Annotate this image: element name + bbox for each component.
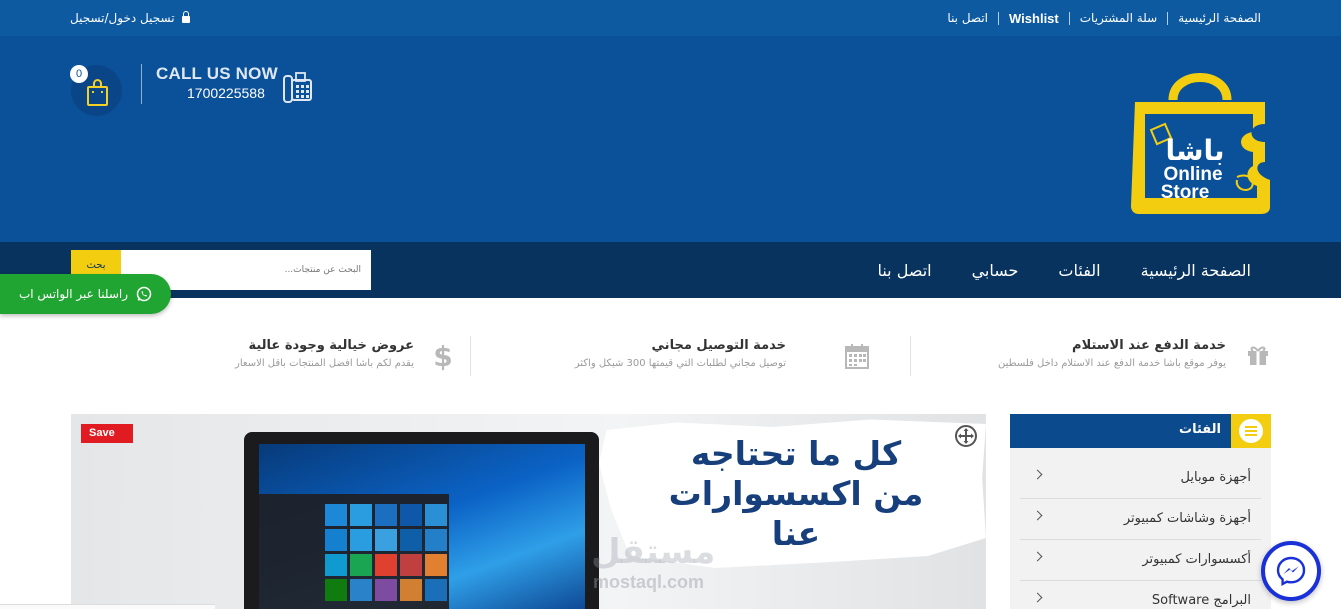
menu-toggle[interactable] — [1231, 414, 1271, 448]
category-label: أجهزة وشاشات كمبيوتر — [1123, 511, 1251, 526]
login-label: تسجيل دخول/تسجيل — [70, 11, 175, 25]
telephone-icon — [283, 72, 312, 103]
feature-desc: يقدم لكم باشا افضل المنتجات باقل الاسعار — [235, 358, 414, 369]
divider — [470, 336, 471, 376]
logo-arabic-text: باشا — [1165, 134, 1224, 167]
partial-element — [0, 604, 215, 609]
messenger-chat-button[interactable] — [1261, 541, 1321, 601]
lock-icon — [181, 11, 190, 23]
feature-title: عروض خيالية وجودة عالية — [248, 338, 414, 353]
chevron-left-icon — [1032, 469, 1043, 480]
slogan-line: من اكسسوارات — [668, 474, 924, 513]
svg-text:$: $ — [434, 340, 452, 372]
save-badge: Save — [81, 424, 133, 443]
logo-store-text: Store — [1161, 182, 1210, 203]
messenger-icon — [1276, 556, 1306, 587]
categories-title: الفئات — [1179, 422, 1221, 437]
top-link-wishlist[interactable]: Wishlist — [1009, 11, 1059, 26]
watermark-text: مستقل — [591, 532, 716, 572]
feature-delivery: خدمة التوصيل مجاني توصيل مجاني لطلبات ال… — [468, 336, 828, 376]
top-link-cart[interactable]: سلة المشتريات — [1080, 11, 1157, 25]
feature-title: خدمة التوصيل مجاني — [651, 338, 786, 353]
laptop-screen — [259, 444, 585, 609]
whatsapp-chat-button[interactable]: راسلنا عبر الواتس اب — [0, 274, 171, 314]
watermark-url: mostaql.com — [593, 572, 705, 592]
category-label: البرامج Software — [1151, 593, 1251, 608]
nav-item-categories[interactable]: الفئات — [1058, 261, 1100, 280]
nav-links: الصفحة الرئيسية الفئات حسابي اتصل بنا — [877, 242, 1251, 298]
category-item[interactable]: أكسسوارات كمبيوتر — [1020, 540, 1261, 581]
feature-cod: خدمة الدفع عند الاستلام يوفر موقع باشا خ… — [868, 336, 1228, 376]
nav-item-account[interactable]: حسابي — [972, 261, 1019, 280]
top-link-contact[interactable]: اتصل بنا — [947, 11, 988, 25]
categories-header: الفئات — [1010, 414, 1271, 448]
cart-count-badge: 0 — [70, 65, 88, 83]
feature-desc: يوفر موقع باشا خدمة الدفع عند الاستلام د… — [998, 358, 1226, 369]
hero-banner[interactable]: كل ما تحتاجه من اكسسوارات عنا مستقل most… — [71, 414, 986, 609]
menu-icon — [1239, 419, 1263, 443]
whatsapp-icon — [136, 286, 152, 302]
category-item[interactable]: أجهزة موبايل — [1020, 458, 1261, 499]
top-links: الصفحة الرئيسية سلة المشتريات Wishlist ا… — [947, 0, 1261, 36]
divider — [141, 64, 142, 104]
feature-title: خدمة الدفع عند الاستلام — [1072, 338, 1226, 353]
chevron-left-icon — [1032, 551, 1043, 562]
nav-item-contact[interactable]: اتصل بنا — [877, 261, 931, 280]
chevron-left-icon — [1032, 592, 1043, 603]
category-label: أكسسوارات كمبيوتر — [1142, 552, 1251, 567]
whatsapp-label: راسلنا عبر الواتس اب — [18, 287, 129, 301]
divider — [1167, 11, 1169, 25]
login-link[interactable]: تسجيل دخول/تسجيل — [70, 0, 190, 36]
calendar-icon — [845, 344, 869, 369]
phone-number[interactable]: 1700225588 — [187, 85, 265, 101]
category-item[interactable]: أجهزة وشاشات كمبيوتر — [1020, 499, 1261, 540]
divider — [910, 336, 911, 376]
dollar-icon: $ — [434, 340, 452, 372]
top-bar: الصفحة الرئيسية سلة المشتريات Wishlist ا… — [0, 0, 1341, 36]
nav-item-home[interactable]: الصفحة الرئيسية — [1141, 261, 1251, 280]
start-tiles — [325, 504, 447, 601]
category-label: أجهزة موبايل — [1180, 470, 1251, 485]
category-item[interactable]: البرامج Software — [1020, 581, 1261, 609]
categories-panel: الفئات أجهزة موبايل أجهزة وشاشات كمبيوتر… — [1010, 414, 1271, 609]
divider — [1068, 11, 1070, 25]
shopping-bag-icon — [87, 79, 108, 106]
cart-button[interactable]: 0 — [70, 65, 122, 116]
call-us-label: CALL US NOW — [156, 64, 278, 83]
expand-icon[interactable] — [955, 425, 977, 447]
feature-offers: عروض خيالية وجودة عالية يقدم لكم باشا اف… — [56, 336, 416, 376]
slogan-line: كل ما تحتاجه — [690, 434, 902, 473]
divider — [998, 11, 1000, 25]
store-logo[interactable]: باشا Online Store — [1125, 62, 1275, 217]
feature-desc: توصيل مجاني لطلبات التي قيمتها 300 شيكل … — [574, 358, 786, 369]
top-link-home[interactable]: الصفحة الرئيسية — [1178, 11, 1261, 25]
chevron-left-icon — [1032, 510, 1043, 521]
gift-icon — [1248, 346, 1268, 365]
main-nav: الصفحة الرئيسية الفئات حسابي اتصل بنا بح… — [0, 242, 1341, 298]
header: 0 CALL US NOW 1700225588 باشا Online Sto… — [0, 36, 1341, 242]
